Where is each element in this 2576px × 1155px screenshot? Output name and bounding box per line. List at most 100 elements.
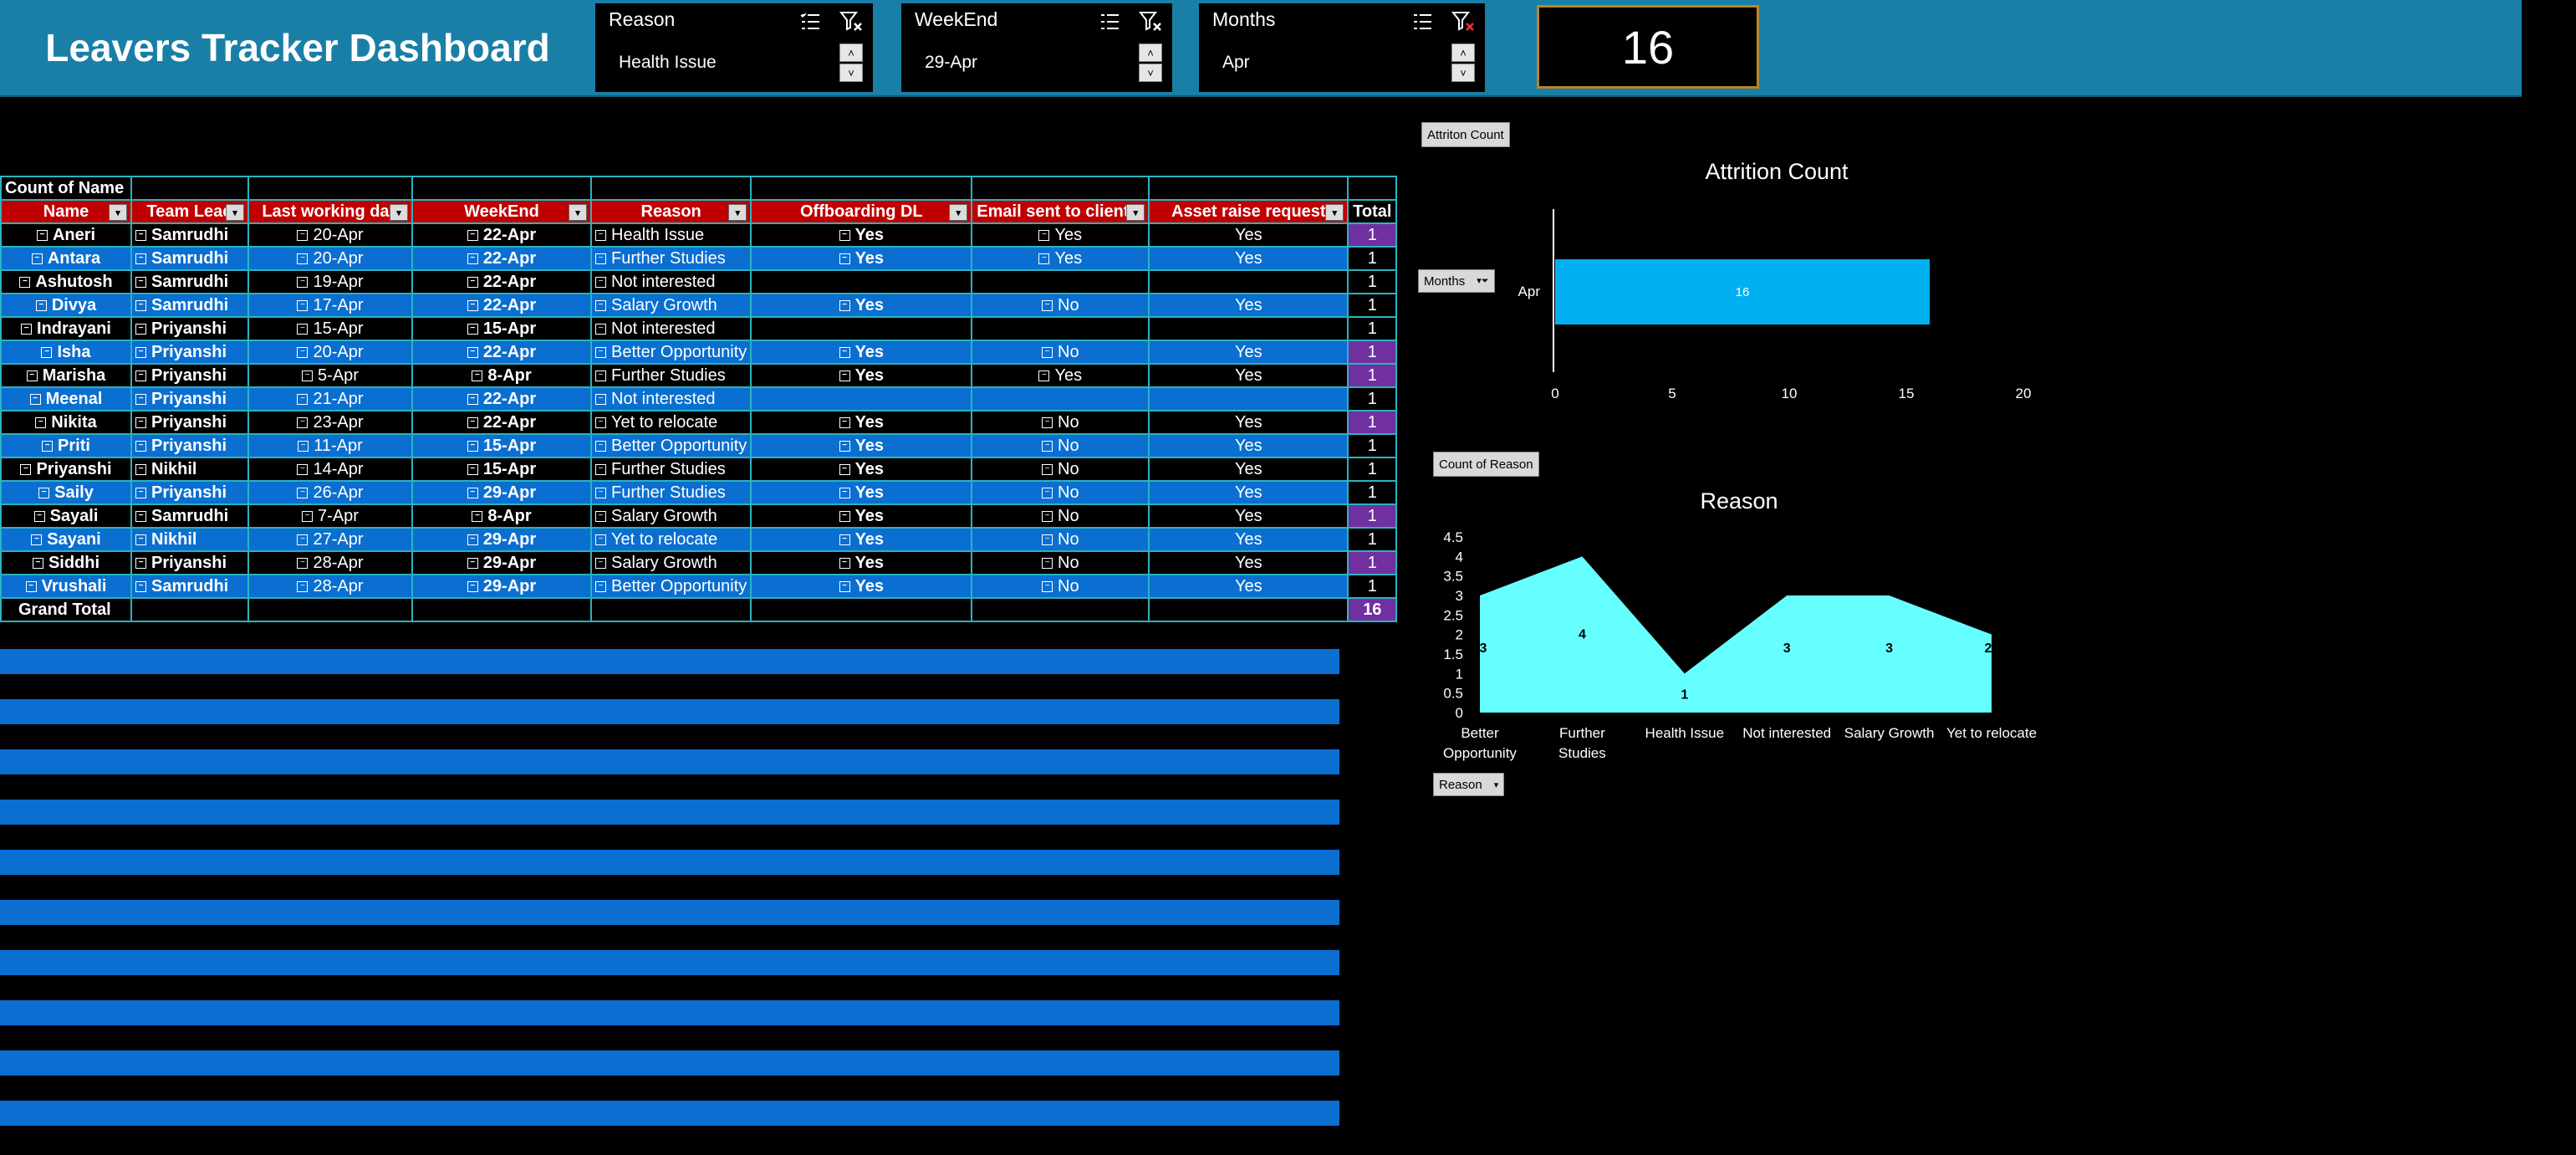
collapse-icon[interactable]: − bbox=[467, 276, 478, 288]
collapse-icon[interactable]: − bbox=[135, 440, 146, 452]
slicer-scrollbar[interactable]: ˄ ˅ bbox=[1139, 43, 1162, 82]
collapse-icon[interactable]: − bbox=[467, 229, 478, 241]
collapse-icon[interactable]: − bbox=[839, 229, 850, 241]
collapse-icon[interactable]: − bbox=[595, 557, 606, 569]
filter-dropdown-icon[interactable]: ▾ bbox=[390, 204, 408, 221]
collapse-icon[interactable]: − bbox=[1042, 417, 1053, 428]
months-slicer[interactable]: Months Apr ˄ ˅ bbox=[1199, 3, 1485, 92]
collapse-icon[interactable]: − bbox=[26, 370, 38, 381]
collapse-icon[interactable]: − bbox=[135, 229, 146, 241]
scroll-up-icon[interactable]: ˄ bbox=[839, 43, 863, 62]
collapse-icon[interactable]: − bbox=[1042, 534, 1053, 545]
collapse-icon[interactable]: − bbox=[467, 346, 478, 358]
collapse-icon[interactable]: − bbox=[839, 253, 850, 264]
scroll-down-icon[interactable]: ˅ bbox=[839, 64, 863, 82]
filter-dropdown-icon[interactable]: ▾ bbox=[1126, 204, 1145, 221]
collapse-icon[interactable]: − bbox=[467, 487, 478, 498]
collapse-icon[interactable]: − bbox=[839, 557, 850, 569]
collapse-icon[interactable]: − bbox=[595, 463, 606, 475]
collapse-icon[interactable]: − bbox=[595, 299, 606, 311]
scroll-down-icon[interactable]: ˅ bbox=[1139, 64, 1162, 82]
collapse-icon[interactable]: − bbox=[595, 417, 606, 428]
collapse-icon[interactable]: − bbox=[297, 393, 309, 405]
reason-field-button[interactable]: Reason ▾ bbox=[1433, 773, 1505, 796]
reason-slicer[interactable]: Reason Health Issue ˄ ˅ bbox=[595, 3, 873, 92]
collapse-icon[interactable]: − bbox=[839, 534, 850, 545]
filter-dropdown-icon[interactable]: ▾ bbox=[949, 204, 968, 221]
collapse-icon[interactable]: − bbox=[472, 510, 483, 522]
collapse-icon[interactable]: − bbox=[595, 580, 606, 592]
slicer-item-selected[interactable]: Apr bbox=[1211, 43, 1440, 82]
collapse-icon[interactable]: − bbox=[1042, 580, 1053, 592]
collapse-icon[interactable]: − bbox=[135, 417, 146, 428]
weekend-slicer[interactable]: WeekEnd 29-Apr ˄ ˅ bbox=[901, 3, 1172, 92]
collapse-icon[interactable]: − bbox=[839, 580, 850, 592]
collapse-icon[interactable]: − bbox=[297, 534, 309, 545]
multi-select-icon[interactable] bbox=[798, 8, 824, 35]
collapse-icon[interactable]: − bbox=[302, 370, 314, 381]
scroll-up-icon[interactable]: ˄ bbox=[1451, 43, 1475, 62]
collapse-icon[interactable]: − bbox=[135, 534, 146, 545]
collapse-icon[interactable]: − bbox=[595, 346, 606, 358]
collapse-icon[interactable]: − bbox=[35, 299, 47, 311]
collapse-icon[interactable]: − bbox=[38, 487, 50, 498]
filter-dropdown-icon[interactable]: ▾ bbox=[109, 204, 127, 221]
collapse-icon[interactable]: − bbox=[36, 229, 48, 241]
collapse-icon[interactable]: − bbox=[467, 557, 478, 569]
collapse-icon[interactable]: − bbox=[1038, 253, 1050, 264]
collapse-icon[interactable]: − bbox=[1042, 440, 1053, 452]
collapse-icon[interactable]: − bbox=[135, 557, 146, 569]
collapse-icon[interactable]: − bbox=[467, 393, 478, 405]
collapse-icon[interactable]: − bbox=[32, 557, 43, 569]
collapse-icon[interactable]: − bbox=[839, 417, 850, 428]
slicer-scrollbar[interactable]: ˄ ˅ bbox=[839, 43, 863, 82]
filter-dropdown-icon[interactable]: ▾⏷ bbox=[1477, 275, 1488, 287]
collapse-icon[interactable]: − bbox=[29, 393, 41, 405]
collapse-icon[interactable]: − bbox=[25, 580, 37, 592]
collapse-icon[interactable]: − bbox=[467, 417, 478, 428]
collapse-icon[interactable]: − bbox=[41, 346, 53, 358]
collapse-icon[interactable]: − bbox=[1038, 370, 1050, 381]
collapse-icon[interactable]: − bbox=[467, 323, 478, 335]
scroll-down-icon[interactable]: ˅ bbox=[1451, 64, 1475, 82]
collapse-icon[interactable]: − bbox=[595, 229, 606, 241]
collapse-icon[interactable]: − bbox=[595, 323, 606, 335]
collapse-icon[interactable]: − bbox=[467, 580, 478, 592]
collapse-icon[interactable]: − bbox=[135, 276, 146, 288]
collapse-icon[interactable]: − bbox=[302, 510, 314, 522]
collapse-icon[interactable]: − bbox=[297, 346, 309, 358]
collapse-icon[interactable]: − bbox=[135, 510, 146, 522]
collapse-icon[interactable]: − bbox=[135, 393, 146, 405]
collapse-icon[interactable]: − bbox=[467, 253, 478, 264]
collapse-icon[interactable]: − bbox=[135, 463, 146, 475]
collapse-icon[interactable]: − bbox=[297, 557, 309, 569]
collapse-icon[interactable]: − bbox=[467, 463, 478, 475]
multi-select-icon[interactable] bbox=[1410, 8, 1436, 35]
collapse-icon[interactable]: − bbox=[19, 276, 31, 288]
collapse-icon[interactable]: − bbox=[135, 370, 146, 381]
collapse-icon[interactable]: − bbox=[135, 487, 146, 498]
collapse-icon[interactable]: − bbox=[297, 253, 309, 264]
collapse-icon[interactable]: − bbox=[839, 463, 850, 475]
collapse-icon[interactable]: − bbox=[1042, 487, 1053, 498]
scroll-up-icon[interactable]: ˄ bbox=[1139, 43, 1162, 62]
clear-filter-icon[interactable] bbox=[838, 8, 865, 35]
clear-filter-icon[interactable] bbox=[1137, 8, 1164, 35]
collapse-icon[interactable]: − bbox=[839, 346, 850, 358]
collapse-icon[interactable]: − bbox=[839, 510, 850, 522]
collapse-icon[interactable]: − bbox=[839, 487, 850, 498]
multi-select-icon[interactable] bbox=[1097, 8, 1124, 35]
collapse-icon[interactable]: − bbox=[297, 229, 309, 241]
collapse-icon[interactable]: − bbox=[595, 253, 606, 264]
slicer-item-selected[interactable]: Health Issue bbox=[607, 43, 828, 82]
collapse-icon[interactable]: − bbox=[467, 299, 478, 311]
attrition-count-field-button[interactable]: Attriton Count bbox=[1421, 122, 1510, 147]
slicer-item-selected[interactable]: 29-Apr bbox=[913, 43, 1125, 82]
collapse-icon[interactable]: − bbox=[839, 299, 850, 311]
collapse-icon[interactable]: − bbox=[297, 276, 309, 288]
collapse-icon[interactable]: − bbox=[33, 510, 45, 522]
collapse-icon[interactable]: − bbox=[595, 534, 606, 545]
collapse-icon[interactable]: − bbox=[595, 487, 606, 498]
collapse-icon[interactable]: − bbox=[135, 323, 146, 335]
collapse-icon[interactable]: − bbox=[595, 393, 606, 405]
